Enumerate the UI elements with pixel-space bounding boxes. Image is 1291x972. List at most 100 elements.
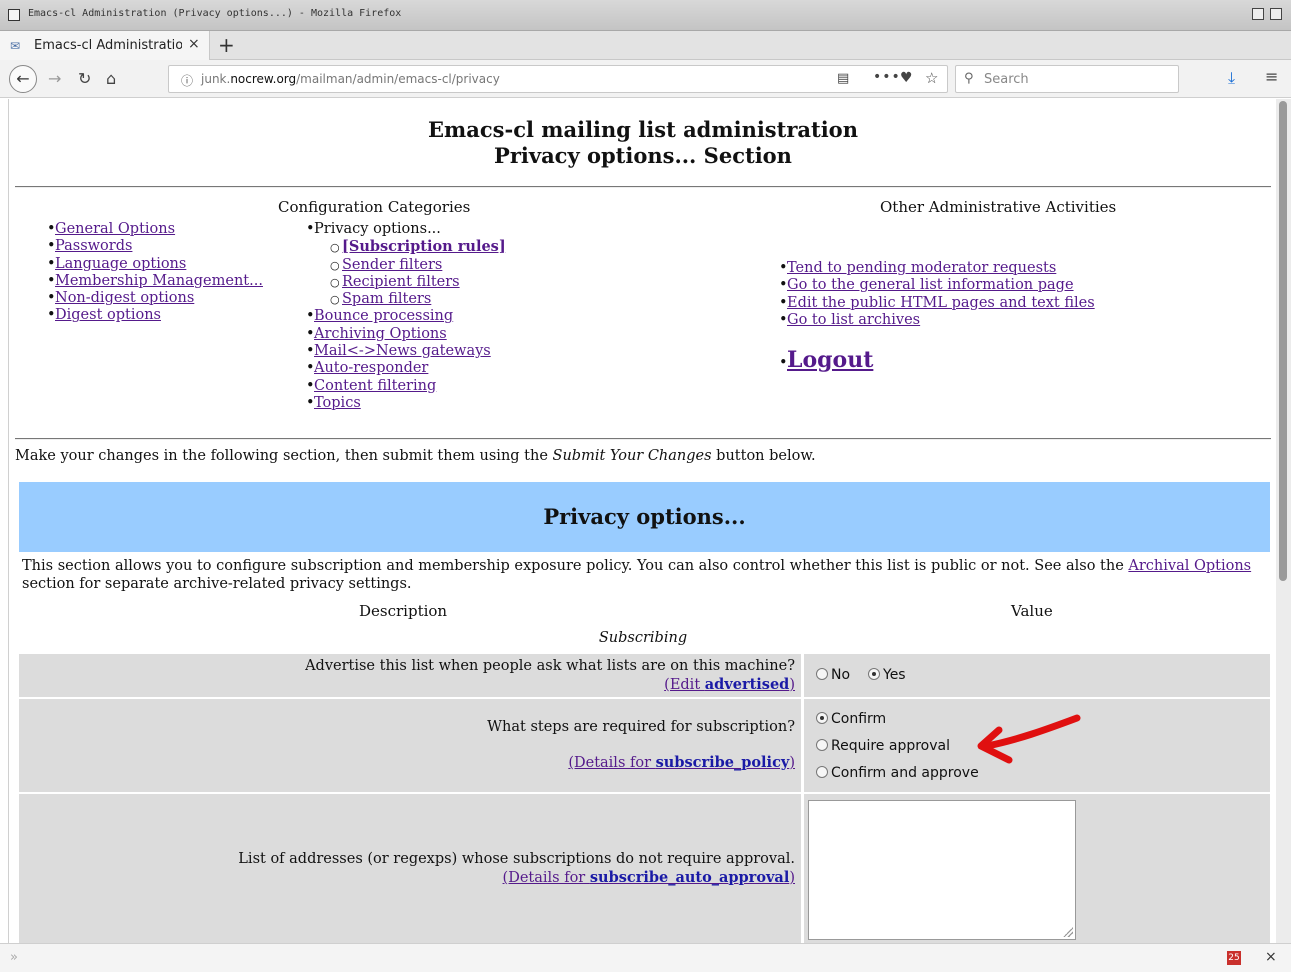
admin-link[interactable]: Edit the public HTML pages and text file… [787, 295, 1095, 311]
list-item: •Go to list archives [779, 311, 921, 328]
setting-row-subscribe-auto-approval: List of addresses (or regexps) whose sub… [19, 794, 1270, 943]
tab-strip: ✉ Emacs-cl Administration | × + [0, 31, 1291, 60]
page-content: Emacs-cl mailing list administration Pri… [8, 99, 1276, 943]
scrollbar-thumb[interactable] [1279, 101, 1287, 581]
new-tab-button[interactable]: + [218, 33, 235, 57]
maximize-icon[interactable] [1270, 8, 1282, 20]
setting-value [801, 794, 1270, 943]
bottom-toolbar: » 25 × [0, 943, 1291, 972]
section-banner: Privacy options... [19, 482, 1270, 552]
search-input[interactable]: ⚲ Search [955, 65, 1179, 93]
section-description: This section allows you to configure sub… [22, 558, 1252, 592]
subsection-title: Subscribing [598, 630, 688, 646]
list-item: ○ Spam filters [330, 291, 432, 308]
tab-active[interactable]: ✉ Emacs-cl Administration | × [0, 31, 210, 60]
reload-button[interactable]: ↻ [78, 69, 91, 88]
category-link[interactable]: Mail<->News gateways [314, 343, 491, 359]
category-link[interactable]: Language options [55, 256, 186, 272]
download-icon[interactable]: ⤓ [1228, 68, 1235, 88]
admin-link[interactable]: Go to list archives [787, 312, 920, 328]
current-category: Privacy options... [314, 221, 441, 237]
bookmark-star-icon[interactable]: ☆ [925, 69, 938, 87]
radio-require-approval[interactable]: Require approval [816, 738, 950, 754]
category-link[interactable]: Bounce processing [314, 308, 453, 324]
list-item: •Mail<->News gateways [306, 343, 491, 360]
home-button[interactable]: ⌂ [106, 69, 116, 88]
url-text[interactable]: junk.nocrew.org/mailman/admin/emacs-cl/p… [201, 72, 500, 86]
category-link[interactable]: Archiving Options [314, 326, 447, 342]
category-link[interactable]: Membership Management... [55, 273, 263, 289]
back-button[interactable]: ← [9, 65, 37, 93]
red-annotation-arrow-icon [977, 714, 1081, 764]
subcategory-link[interactable]: Recipient filters [342, 274, 460, 290]
radio-confirm-and-approve[interactable]: Confirm and approve [816, 765, 979, 781]
category-link[interactable]: Digest options [55, 307, 161, 323]
list-item: •Archiving Options [306, 325, 447, 342]
list-item: •Go to the general list information page [779, 277, 1074, 294]
reader-view-icon[interactable]: ▤ [837, 71, 849, 86]
category-link[interactable]: Content filtering [314, 378, 436, 394]
setting-description: Advertise this list when people ask what… [19, 654, 799, 697]
info-icon[interactable]: ⓘ [181, 72, 193, 89]
hamburger-menu-icon[interactable]: ≡ [1265, 67, 1278, 86]
radio-button[interactable] [816, 739, 828, 751]
radio-button-selected[interactable] [868, 668, 880, 680]
list-item: •Auto-responder [306, 360, 429, 377]
intro-text: Make your changes in the following secti… [15, 448, 816, 464]
list-item: •General Options [47, 221, 176, 237]
radio-button-selected[interactable] [816, 712, 828, 724]
details-subscribe-policy-link[interactable]: (Details for subscribe_policy) [568, 754, 795, 771]
list-item: •Edit the public HTML pages and text fil… [779, 294, 1095, 311]
url-bar[interactable]: ⓘ junk.nocrew.org/mailman/admin/emacs-cl… [168, 65, 948, 93]
category-link[interactable]: Auto-responder [314, 360, 428, 376]
setting-question: What steps are required for subscription… [487, 719, 795, 735]
radio-button[interactable] [816, 668, 828, 680]
value-column-header: Value [1011, 602, 1053, 620]
archival-options-link[interactable]: Archival Options [1128, 558, 1251, 574]
category-link[interactable]: Passwords [55, 238, 132, 254]
list-item: •Content filtering [306, 377, 437, 394]
list-item: •Non-digest options [47, 290, 195, 307]
edit-advertised-link[interactable]: (Edit advertised) [664, 676, 795, 693]
tab-close-icon[interactable]: × [188, 36, 200, 52]
list-item: •Membership Management... [47, 272, 263, 289]
minimize-icon[interactable] [1252, 8, 1264, 20]
window-title: Emacs-cl Administration (Privacy options… [28, 8, 402, 19]
radio-button[interactable] [816, 766, 828, 778]
window-menu-icon[interactable] [8, 9, 20, 21]
admin-link[interactable]: Tend to pending moderator requests [787, 260, 1056, 276]
setting-description: List of addresses (or regexps) whose sub… [19, 794, 799, 943]
radio-confirm[interactable]: Confirm [816, 711, 886, 727]
page-subtitle: Privacy options... Section [494, 143, 792, 168]
radio-advertised-no[interactable]: No [816, 667, 850, 683]
setting-question: List of addresses (or regexps) whose sub… [238, 851, 795, 867]
chevron-right-icon[interactable]: » [10, 950, 18, 965]
list-item: •Privacy options... ○ [Subscription rules… [306, 221, 506, 308]
admin-link[interactable]: Go to the general list information page [787, 277, 1074, 293]
resize-grip-icon[interactable] [1063, 927, 1073, 937]
list-item: •Tend to pending moderator requests [779, 260, 1057, 276]
subcategory-link[interactable]: Sender filters [342, 257, 442, 273]
other-activities-list: •Tend to pending moderator requests •Go … [779, 260, 1095, 329]
logout-item: •Logout [779, 347, 874, 373]
category-link[interactable]: Non-digest options [55, 290, 194, 306]
subcategory-link-current[interactable]: [Subscription rules] [342, 238, 506, 255]
subcategory-link[interactable]: Spam filters [342, 291, 431, 307]
notification-badge[interactable]: 25 [1227, 951, 1241, 965]
intro-emphasis: Submit Your Changes [552, 448, 712, 464]
vertical-scrollbar[interactable] [1276, 99, 1291, 943]
page-actions-icon[interactable]: ••• [873, 69, 901, 85]
pocket-icon[interactable]: ♥ [900, 70, 913, 86]
list-item: •Bounce processing [306, 308, 454, 325]
forward-button[interactable]: → [48, 69, 61, 88]
list-item: •Digest options [47, 307, 161, 324]
auto-approval-textarea[interactable] [808, 800, 1076, 940]
details-subscribe-auto-approval-link[interactable]: (Details for subscribe_auto_approval) [503, 869, 795, 886]
radio-advertised-yes[interactable]: Yes [868, 667, 906, 683]
close-icon[interactable]: × [1265, 949, 1277, 965]
page-title: Emacs-cl mailing list administration [428, 117, 858, 142]
category-link[interactable]: General Options [55, 221, 175, 237]
setting-description: What steps are required for subscription… [19, 699, 799, 792]
logout-link[interactable]: Logout [787, 347, 873, 373]
category-link[interactable]: Topics [314, 395, 361, 411]
